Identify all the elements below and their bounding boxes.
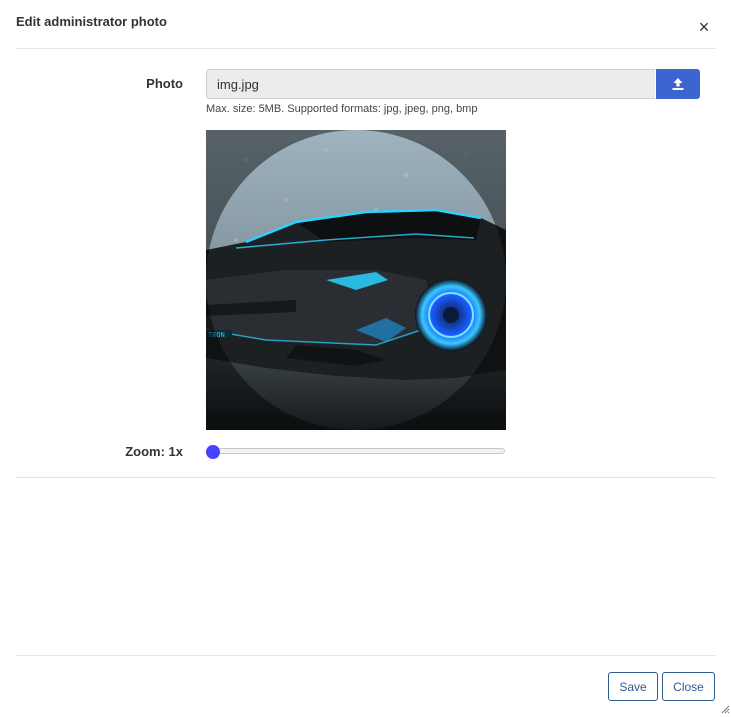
header-divider [16,48,715,49]
body-divider [16,477,715,478]
zoom-slider-track[interactable] [210,448,505,454]
photo-label: Photo [146,76,183,91]
save-button[interactable]: Save [608,672,658,701]
upload-button[interactable] [656,69,700,99]
resize-grip-icon[interactable] [720,704,730,714]
close-button[interactable]: Close [662,672,715,701]
zoom-label: Zoom: 1x [125,444,183,459]
upload-icon [672,78,684,90]
upload-hint: Max. size: 5MB. Supported formats: jpg, … [206,103,478,115]
dialog-title: Edit administrator photo [16,14,167,29]
photo-cropper[interactable]: TRON [206,130,506,430]
footer-divider [16,655,715,656]
zoom-slider-thumb[interactable] [206,445,220,459]
file-name-field[interactable] [206,69,655,99]
edit-photo-dialog: Edit administrator photo × Photo Max. si… [0,0,731,717]
close-icon[interactable]: × [696,17,712,37]
photo-preview: TRON [206,130,506,430]
